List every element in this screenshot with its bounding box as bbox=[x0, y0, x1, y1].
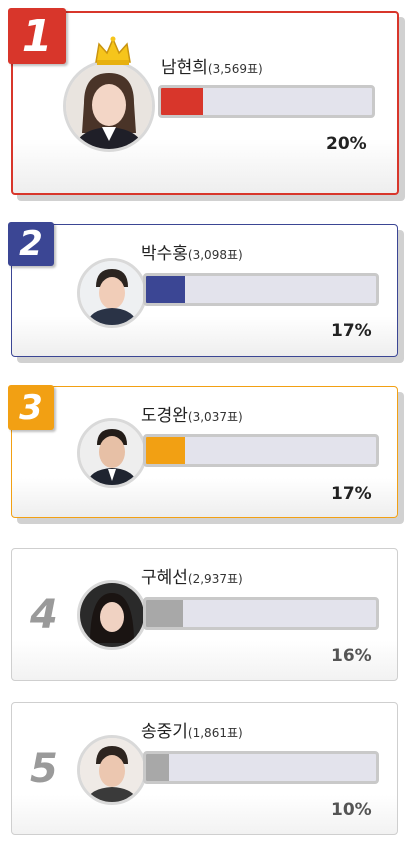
candidate-name: 도경완 bbox=[141, 406, 188, 426]
vote-bar-5 bbox=[143, 751, 379, 784]
portrait-icon bbox=[66, 63, 152, 149]
vote-percent: 16% bbox=[331, 646, 372, 666]
candidate-name: 남현희 bbox=[161, 58, 208, 78]
rank-number-5: 5 bbox=[30, 746, 58, 792]
avatar-candidate-3 bbox=[77, 418, 147, 488]
rank-badge-3: 3 bbox=[8, 385, 54, 430]
vote-percent: 10% bbox=[331, 800, 372, 820]
candidate-name: 박수홍 bbox=[141, 244, 188, 264]
crown-icon bbox=[95, 36, 131, 65]
vote-percent: 17% bbox=[331, 484, 372, 504]
portrait-icon bbox=[80, 421, 144, 485]
candidate-name-line-5: 송중기(1,861표) bbox=[141, 717, 243, 742]
avatar-candidate-5 bbox=[77, 735, 147, 805]
avatar-candidate-2 bbox=[77, 258, 147, 328]
avatar-candidate-1 bbox=[63, 60, 155, 152]
vote-bar-fill bbox=[146, 600, 183, 627]
rank-number-4: 4 bbox=[30, 592, 58, 638]
vote-bar-fill bbox=[146, 754, 169, 781]
portrait-icon bbox=[80, 583, 144, 647]
candidate-name-line-2: 박수홍(3,098표) bbox=[141, 239, 243, 264]
vote-bar-fill bbox=[146, 437, 186, 464]
candidate-name-line-1: 남현희(3,569표) bbox=[161, 53, 263, 78]
avatar-candidate-4 bbox=[77, 580, 147, 650]
vote-count: (2,937표) bbox=[187, 572, 243, 586]
vote-bar-1 bbox=[158, 85, 375, 118]
vote-bar-fill bbox=[161, 88, 204, 115]
vote-count: (3,098표) bbox=[187, 248, 243, 262]
candidate-name-line-4: 구혜선(2,937표) bbox=[141, 563, 243, 588]
candidate-name: 송중기 bbox=[141, 722, 188, 742]
vote-bar-fill bbox=[146, 276, 186, 303]
rank-badge-2: 2 bbox=[8, 222, 54, 266]
candidate-name: 구혜선 bbox=[141, 568, 188, 588]
vote-percent: 20% bbox=[326, 134, 367, 154]
candidate-name-line-3: 도경완(3,037표) bbox=[141, 401, 243, 426]
vote-percent: 17% bbox=[331, 321, 372, 341]
vote-count: (3,037표) bbox=[187, 410, 243, 424]
rank-badge-1: 1 bbox=[8, 8, 66, 64]
vote-count: (3,569표) bbox=[207, 62, 263, 76]
vote-bar-3 bbox=[143, 434, 379, 467]
vote-count: (1,861표) bbox=[187, 726, 243, 740]
portrait-icon bbox=[80, 261, 144, 325]
portrait-icon bbox=[80, 738, 144, 802]
vote-bar-4 bbox=[143, 597, 379, 630]
vote-bar-2 bbox=[143, 273, 379, 306]
